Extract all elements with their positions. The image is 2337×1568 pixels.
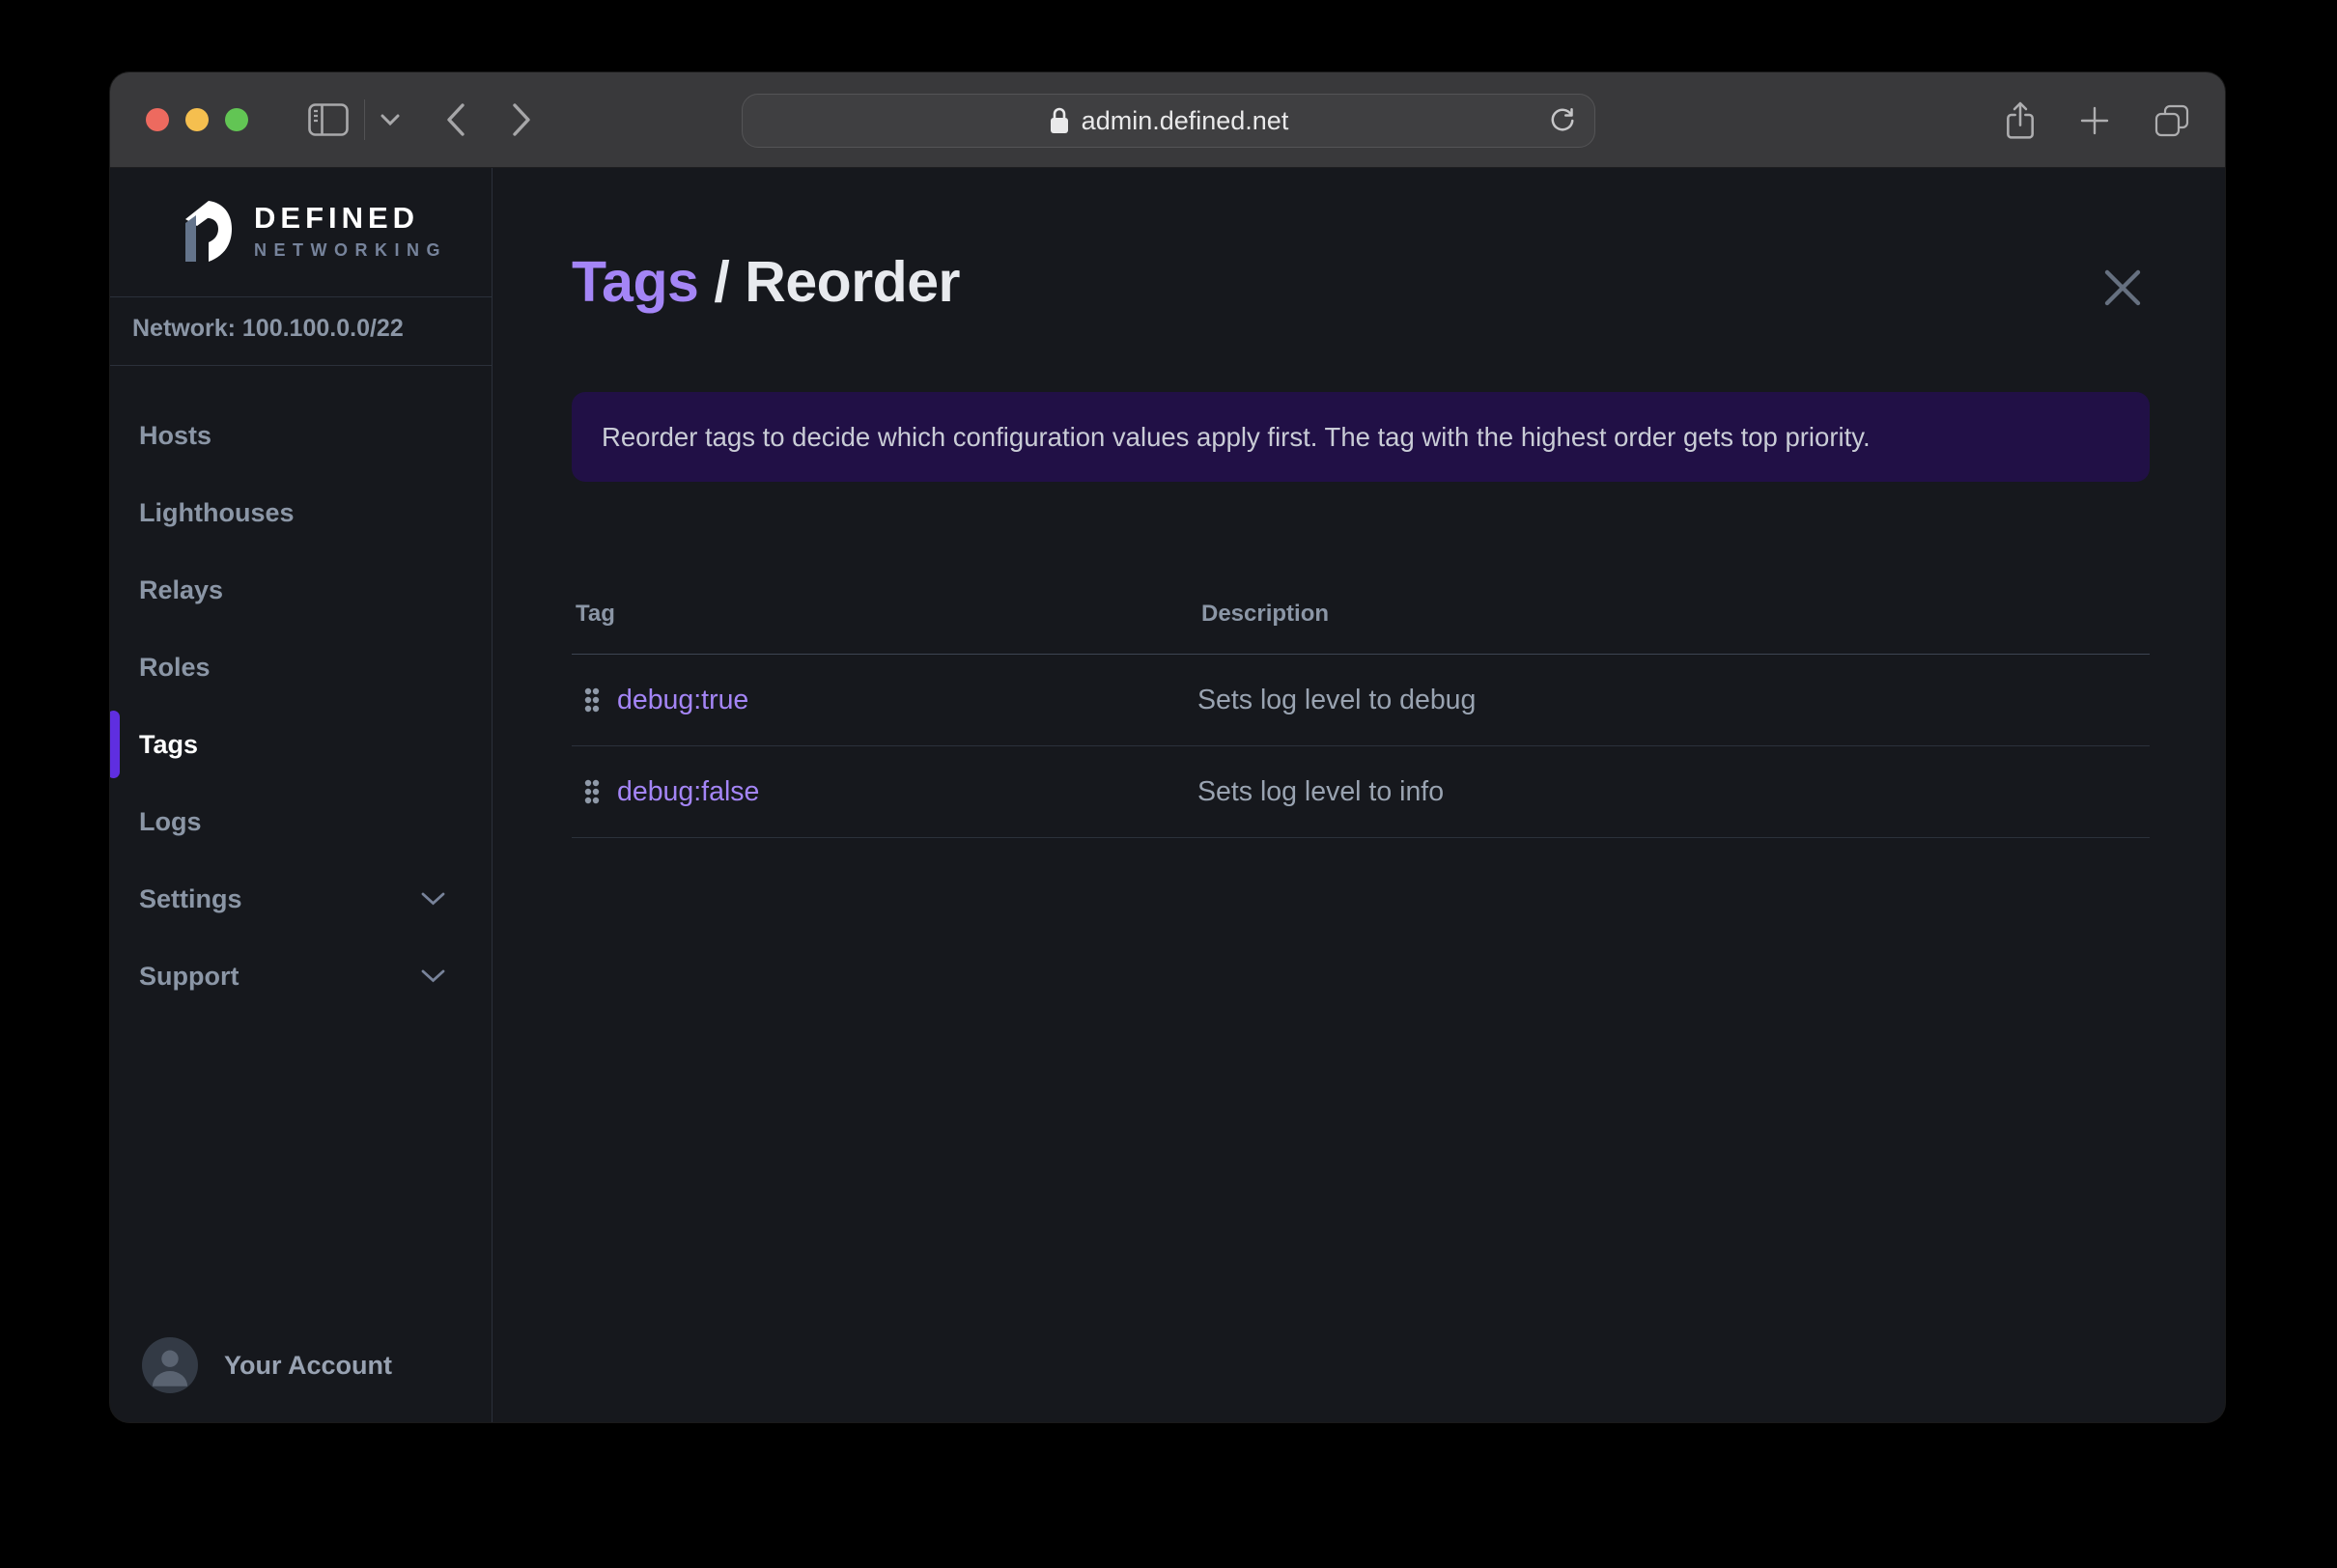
browser-window: admin.defined.net DEFINED NETWORKING Net… — [110, 72, 2225, 1422]
minimize-window-button[interactable] — [185, 108, 209, 131]
sidebar-item-lighthouses[interactable]: Lighthouses — [110, 474, 492, 551]
sidebar-item-roles[interactable]: Roles — [110, 629, 492, 706]
sidebar-item-relays[interactable]: Relays — [110, 551, 492, 629]
address-bar[interactable]: admin.defined.net — [742, 94, 1595, 148]
sidebar-item-tags[interactable]: Tags — [110, 706, 492, 783]
close-icon[interactable] — [2099, 265, 2146, 311]
info-banner: Reorder tags to decide which configurati… — [572, 392, 2150, 482]
account-label: Your Account — [224, 1350, 392, 1380]
defined-networking-logo-icon — [183, 198, 234, 264]
table-row[interactable]: debug:false Sets log level to info — [572, 746, 2150, 838]
sidebar-toggle-icon[interactable] — [308, 103, 349, 136]
tab-overview-icon[interactable] — [2154, 103, 2190, 138]
sidebar-item-logs[interactable]: Logs — [110, 783, 492, 860]
close-window-button[interactable] — [146, 108, 169, 131]
chevron-down-icon — [421, 892, 445, 906]
tag-description: Sets log level to info — [1197, 775, 1445, 807]
logo[interactable]: DEFINED NETWORKING — [183, 198, 492, 264]
forward-icon[interactable] — [512, 103, 531, 136]
url-text: admin.defined.net — [1081, 105, 1289, 135]
breadcrumb-page: Reorder — [745, 250, 960, 314]
traffic-lights — [146, 108, 248, 131]
chevron-down-icon — [421, 969, 445, 983]
toolbar-divider — [364, 99, 365, 140]
sidebar-divider — [110, 365, 492, 366]
back-icon[interactable] — [446, 103, 465, 136]
tag-link[interactable]: debug:false — [617, 776, 759, 808]
your-account-button[interactable]: Your Account — [142, 1337, 392, 1393]
sidebar-item-settings[interactable]: Settings — [110, 860, 492, 938]
column-header-tag: Tag — [576, 600, 615, 627]
main-panel: Tags / Reorder Reorder tags to decide wh… — [493, 168, 2225, 1422]
browser-toolbar: admin.defined.net — [110, 72, 2225, 168]
network-label: Network: 100.100.0.0/22 — [132, 315, 404, 342]
lock-icon — [1049, 106, 1070, 135]
toolbar-chevron-down-icon[interactable] — [380, 114, 400, 126]
table-header-row: Tag Description — [572, 574, 2150, 655]
breadcrumb-section[interactable]: Tags — [572, 249, 699, 315]
logo-line1: DEFINED — [254, 201, 420, 235]
tag-description: Sets log level to debug — [1197, 684, 1477, 715]
zoom-window-button[interactable] — [225, 108, 248, 131]
sidebar-divider — [110, 296, 492, 297]
drag-handle-icon[interactable] — [583, 686, 601, 714]
sidebar: DEFINED NETWORKING Network: 100.100.0.0/… — [110, 168, 493, 1422]
new-tab-icon[interactable] — [2078, 104, 2111, 137]
sidebar-item-hosts[interactable]: Hosts — [110, 397, 492, 474]
share-icon[interactable] — [2005, 100, 2036, 141]
sidebar-nav: Hosts Lighthouses Relays Roles Tags Logs — [110, 397, 492, 1015]
tags-table: Tag Description debug:true Sets log leve… — [572, 574, 2150, 838]
logo-line2: NETWORKING — [254, 240, 447, 260]
breadcrumb-separator: / — [714, 250, 730, 314]
tag-link[interactable]: debug:true — [617, 685, 748, 716]
sidebar-item-support[interactable]: Support — [110, 938, 492, 1015]
user-avatar-icon — [142, 1337, 198, 1393]
drag-handle-icon[interactable] — [583, 778, 601, 805]
page-title: Tags / Reorder — [572, 249, 960, 315]
info-banner-text: Reorder tags to decide which configurati… — [602, 421, 1871, 452]
table-row[interactable]: debug:true Sets log level to debug — [572, 655, 2150, 746]
reload-icon[interactable] — [1548, 106, 1577, 135]
column-header-description: Description — [1201, 600, 1330, 627]
